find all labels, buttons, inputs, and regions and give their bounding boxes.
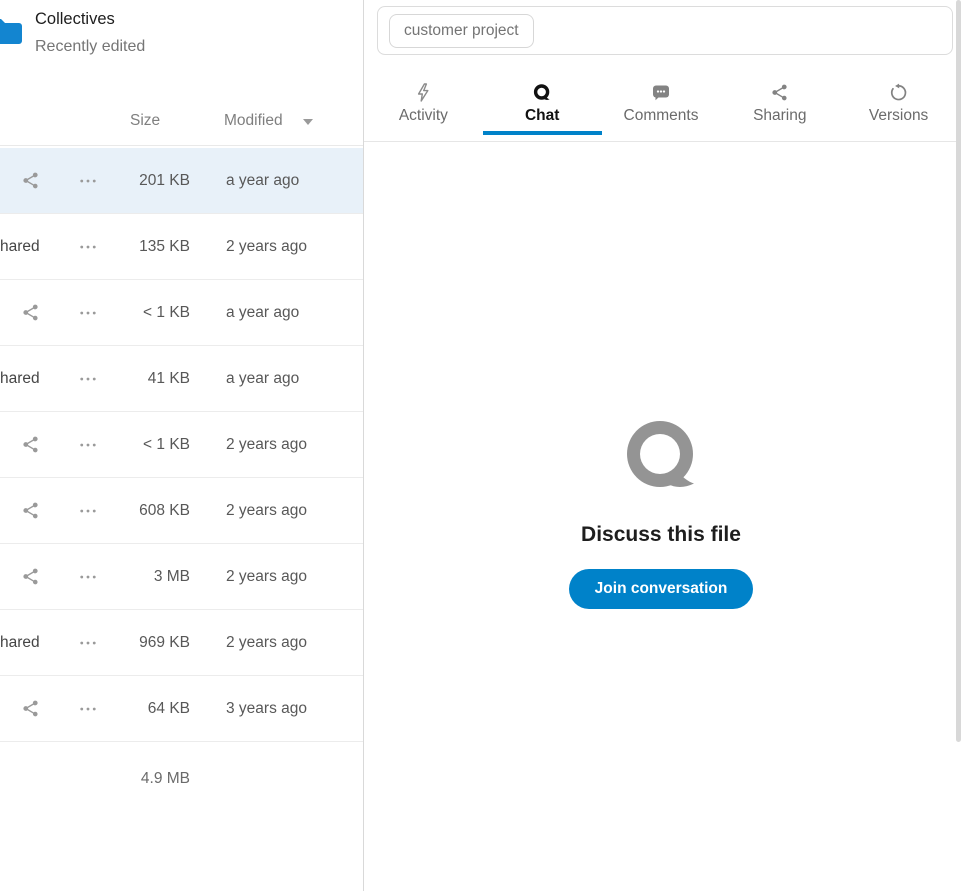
tab-comments[interactable]: Comments [602,70,721,141]
table-row[interactable]: 3 MB 2 years ago [0,544,363,610]
lightning-icon [414,83,432,102]
talk-bubble-icon [532,83,552,102]
tag-chip[interactable]: customer project [389,14,534,48]
active-tab-underline [483,131,602,135]
file-size: 201 KB [95,148,190,213]
file-size: 969 KB [95,610,190,675]
table-row[interactable]: 608 KB 2 years ago [0,478,363,544]
sort-caret-down-icon[interactable] [303,119,313,125]
tab-label: Comments [624,107,699,125]
share-button[interactable] [0,412,60,477]
file-size: 3 MB [95,544,190,609]
table-row[interactable]: hared 969 KB 2 years ago [0,610,363,676]
file-modified: 3 years ago [226,676,356,741]
share-button[interactable] [0,280,60,345]
file-modified: 2 years ago [226,610,356,675]
app-window: Collectives Recently edited Size Modifie… [0,0,969,891]
table-row[interactable]: hared 135 KB 2 years ago [0,214,363,280]
share-button[interactable] [0,148,60,213]
chat-heading: Discuss this file [581,523,741,547]
tab-chat[interactable]: Chat [483,70,602,141]
file-size: 64 KB [95,676,190,741]
chat-empty-state: Discuss this file Join conversation [364,419,958,609]
shared-label: hared [0,610,60,675]
tab-sharing[interactable]: Sharing [720,70,839,141]
file-modified: a year ago [226,346,356,411]
file-modified: 2 years ago [226,478,356,543]
file-list-panel: Collectives Recently edited Size Modifie… [0,0,363,891]
file-modified: 2 years ago [226,214,356,279]
tab-activity[interactable]: Activity [364,70,483,141]
file-size: 135 KB [95,214,190,279]
talk-logo-icon [623,419,699,498]
header-divider [0,145,363,146]
comment-bubble-icon [651,83,671,102]
page-subtitle: Recently edited [35,38,145,56]
scrollbar-thumb[interactable] [956,0,961,742]
folder-icon [0,18,24,45]
file-modified: a year ago [226,280,356,345]
table-row[interactable]: 201 KB a year ago [0,148,363,214]
file-modified: 2 years ago [226,544,356,609]
tags-input[interactable]: customer project [377,6,953,55]
tab-label: Chat [525,107,559,125]
share-button[interactable] [0,478,60,543]
column-header-size[interactable]: Size [130,112,160,130]
file-size: 41 KB [95,346,190,411]
join-conversation-button[interactable]: Join conversation [569,569,754,609]
file-size: < 1 KB [95,280,190,345]
total-size: 4.9 MB [95,770,190,788]
file-size: 608 KB [95,478,190,543]
share-button[interactable] [0,676,60,741]
column-header-modified[interactable]: Modified [224,112,283,130]
history-restore-icon [889,83,908,102]
file-rows: 201 KB a year ago hared 135 KB 2 years a… [0,148,363,742]
share-icon [770,83,789,102]
tab-versions[interactable]: Versions [839,70,958,141]
tab-label: Activity [399,107,448,125]
file-modified: a year ago [226,148,356,213]
sidebar-tab-bar: Activity Chat [364,70,958,142]
table-row[interactable]: 64 KB 3 years ago [0,676,363,742]
file-size: < 1 KB [95,412,190,477]
share-button[interactable] [0,544,60,609]
tab-label: Versions [869,107,928,125]
shared-label: hared [0,346,60,411]
details-sidebar: customer project Activity [364,0,958,891]
table-row[interactable]: < 1 KB a year ago [0,280,363,346]
shared-label: hared [0,214,60,279]
table-row[interactable]: < 1 KB 2 years ago [0,412,363,478]
tab-label: Sharing [753,107,806,125]
file-modified: 2 years ago [226,412,356,477]
page-title: Collectives [35,10,115,29]
table-row[interactable]: hared 41 KB a year ago [0,346,363,412]
